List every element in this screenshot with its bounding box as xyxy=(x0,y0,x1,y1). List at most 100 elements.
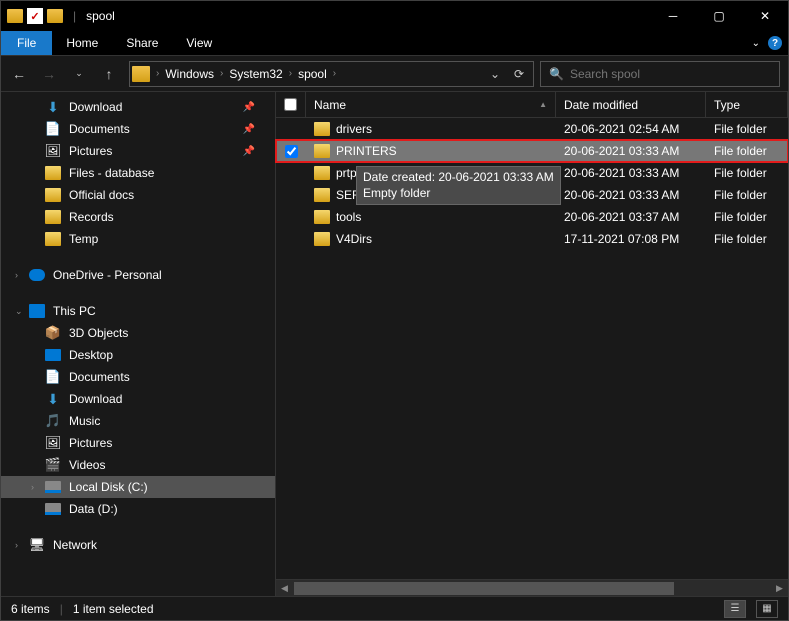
forward-button[interactable]: → xyxy=(35,60,63,88)
file-date: 20-06-2021 03:37 AM xyxy=(556,210,706,224)
folder-icon xyxy=(45,232,61,246)
nav-quick-item[interactable]: Official docs xyxy=(1,184,275,206)
address-dropdown-icon[interactable]: ⌄ xyxy=(483,62,507,86)
crumb-windows[interactable]: Windows xyxy=(161,67,218,81)
app-properties-icon[interactable] xyxy=(27,8,43,24)
download-icon xyxy=(45,392,61,406)
search-input[interactable] xyxy=(570,67,771,81)
folder-icon xyxy=(45,166,61,180)
column-checkbox[interactable] xyxy=(276,92,306,117)
chevron-right-icon[interactable]: › xyxy=(15,540,18,550)
nav-thispc-item[interactable]: Download xyxy=(1,388,275,410)
nav-thispc-item[interactable]: Data (D:) xyxy=(1,498,275,520)
nav-item-label: Music xyxy=(69,414,100,428)
disk-icon xyxy=(45,503,61,515)
nav-item-label: Official docs xyxy=(69,188,134,202)
doc-icon xyxy=(45,122,61,136)
ribbon-view-tab[interactable]: View xyxy=(172,31,226,55)
search-box[interactable]: 🔍 xyxy=(540,61,780,87)
video-icon xyxy=(45,458,61,472)
scrollbar-thumb[interactable] xyxy=(294,582,674,595)
close-button[interactable]: ✕ xyxy=(742,1,788,31)
file-name: drivers xyxy=(336,122,372,136)
nav-item-label: Records xyxy=(69,210,114,224)
nav-quick-item[interactable]: Files - database xyxy=(1,162,275,184)
crumb-sep-icon[interactable]: › xyxy=(218,68,225,79)
qat-open-icon[interactable] xyxy=(47,9,63,23)
file-name: tools xyxy=(336,210,361,224)
scroll-right-icon[interactable]: ▶ xyxy=(771,580,788,596)
nav-quick-item[interactable]: Download📌 xyxy=(1,96,275,118)
crumb-sep-icon[interactable]: › xyxy=(154,68,161,79)
ribbon-home-tab[interactable]: Home xyxy=(52,31,112,55)
chevron-right-icon[interactable]: › xyxy=(31,482,34,492)
nav-quick-item[interactable]: Pictures📌 xyxy=(1,140,275,162)
file-date: 20-06-2021 02:54 AM xyxy=(556,122,706,136)
scroll-left-icon[interactable]: ◀ xyxy=(276,580,293,596)
nav-item-label: Temp xyxy=(69,232,98,246)
file-row[interactable]: V4Dirs17-11-2021 07:08 PMFile folder xyxy=(276,228,788,250)
select-all-checkbox[interactable] xyxy=(284,98,297,111)
navigation-pane[interactable]: Download📌Documents📌Pictures📌Files - data… xyxy=(1,92,276,596)
nav-network[interactable]: › Network xyxy=(1,534,275,556)
row-checkbox[interactable] xyxy=(285,145,298,158)
nav-quick-item[interactable]: Documents📌 xyxy=(1,118,275,140)
file-row[interactable]: PRINTERS20-06-2021 03:33 AMFile folder xyxy=(276,140,788,162)
file-rows[interactable]: drivers 20-06-2021 02:54 AM File folder PRI… xyxy=(276,118,788,579)
nav-thispc-item[interactable]: Videos xyxy=(1,454,275,476)
content-area: Download📌Documents📌Pictures📌Files - data… xyxy=(1,92,788,596)
nav-thispc-item[interactable]: Desktop xyxy=(1,344,275,366)
nav-thispc-item[interactable]: Music xyxy=(1,410,275,432)
thumbnails-view-button[interactable]: ▦ xyxy=(756,600,778,618)
minimize-button[interactable]: ─ xyxy=(650,1,696,31)
file-row[interactable]: drivers20-06-2021 02:54 AMFile folder xyxy=(276,118,788,140)
title-separator: | xyxy=(73,9,76,23)
help-icon[interactable]: ? xyxy=(768,36,782,50)
nav-this-pc[interactable]: ⌄ This PC xyxy=(1,300,275,322)
address-bar[interactable]: › Windows › System32 › spool › ⌄ ⟳ xyxy=(129,61,534,87)
refresh-icon[interactable]: ⟳ xyxy=(507,62,531,86)
doc-icon xyxy=(45,370,61,384)
details-view-button[interactable]: ☰ xyxy=(724,600,746,618)
status-separator: | xyxy=(60,602,63,616)
up-button[interactable]: ↑ xyxy=(95,60,123,88)
column-type[interactable]: Type xyxy=(706,92,788,117)
chevron-down-icon[interactable]: ⌄ xyxy=(15,306,23,317)
folder-icon xyxy=(314,188,330,202)
recent-dropdown[interactable]: ⌄ xyxy=(65,60,93,88)
nav-quick-item[interactable]: Temp xyxy=(1,228,275,250)
column-headers: Name ▲ Date modified Type xyxy=(276,92,788,118)
file-row[interactable]: tools20-06-2021 03:37 AMFile folder xyxy=(276,206,788,228)
nav-item-label: Local Disk (C:) xyxy=(69,480,148,494)
nav-quick-item[interactable]: Records xyxy=(1,206,275,228)
column-date[interactable]: Date modified xyxy=(556,92,706,117)
nav-thispc-item[interactable]: 3D Objects xyxy=(1,322,275,344)
this-pc-icon xyxy=(29,304,45,318)
ribbon-expand-icon[interactable]: ⌄ xyxy=(752,38,760,49)
file-type: File folder xyxy=(706,232,788,246)
nav-thispc-item[interactable]: › Local Disk (C:) xyxy=(1,476,275,498)
folder-icon xyxy=(314,122,330,136)
column-name[interactable]: Name ▲ xyxy=(306,92,556,117)
chevron-right-icon[interactable]: › xyxy=(15,270,18,280)
ribbon-file-tab[interactable]: File xyxy=(1,31,52,55)
nav-thispc-item[interactable]: Pictures xyxy=(1,432,275,454)
nav-thispc-item[interactable]: Documents xyxy=(1,366,275,388)
nav-item-label: Download xyxy=(69,392,122,406)
folder-icon xyxy=(314,210,330,224)
nav-item-label: Pictures xyxy=(69,436,112,450)
nav-onedrive[interactable]: › OneDrive - Personal xyxy=(1,264,275,286)
nav-item-label: Data (D:) xyxy=(69,502,118,516)
back-button[interactable]: ← xyxy=(5,60,33,88)
status-item-count: 6 items xyxy=(11,602,50,616)
file-date: 20-06-2021 03:33 AM xyxy=(556,166,706,180)
pin-icon: 📌 xyxy=(243,102,255,113)
horizontal-scrollbar[interactable]: ◀ ▶ xyxy=(276,579,788,596)
ribbon-share-tab[interactable]: Share xyxy=(112,31,172,55)
maximize-button[interactable]: ▢ xyxy=(696,1,742,31)
crumb-spool[interactable]: spool xyxy=(294,67,331,81)
crumb-system32[interactable]: System32 xyxy=(225,67,286,81)
crumb-sep-icon[interactable]: › xyxy=(331,68,338,79)
file-list: Name ▲ Date modified Type drivers 20-06-2… xyxy=(276,92,788,596)
crumb-sep-icon[interactable]: › xyxy=(287,68,294,79)
